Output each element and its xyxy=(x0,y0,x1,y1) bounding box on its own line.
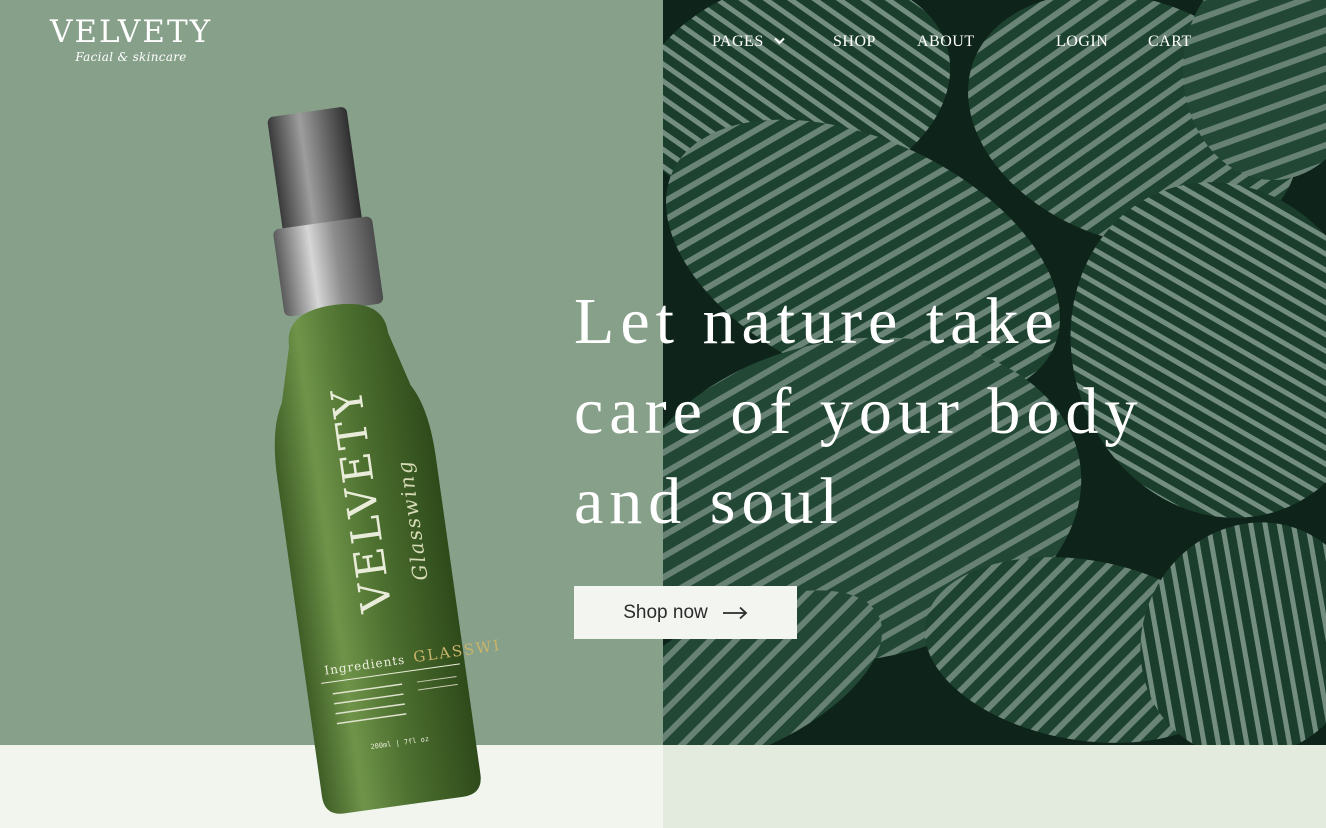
headline-line-3: and soul xyxy=(574,465,844,538)
nav-pages-dropdown[interactable]: PAGES xyxy=(712,33,785,51)
arrow-right-icon xyxy=(722,606,748,619)
nav-about-link[interactable]: ABOUT xyxy=(917,33,975,51)
hero-headline: Let nature take care of your body and so… xyxy=(574,277,1274,547)
nav-shop-link[interactable]: SHOP xyxy=(833,33,876,51)
footer-strip-right xyxy=(663,745,1326,828)
chevron-down-icon xyxy=(774,37,785,45)
shop-now-label: Shop now xyxy=(623,601,708,623)
main-nav: PAGES SHOP ABOUT LOGIN CART xyxy=(0,33,1326,57)
product-bottle-image: VELVETY Glasswing Ingredients GLASSWI 20… xyxy=(267,107,502,814)
shop-now-button[interactable]: Shop now xyxy=(574,586,797,639)
headline-line-1: Let nature take xyxy=(574,285,1060,358)
headline-line-2: care of your body xyxy=(574,375,1144,448)
nav-login-link[interactable]: LOGIN xyxy=(1056,33,1108,51)
nav-pages-label: PAGES xyxy=(712,33,764,50)
nav-cart-link[interactable]: CART xyxy=(1148,33,1192,51)
